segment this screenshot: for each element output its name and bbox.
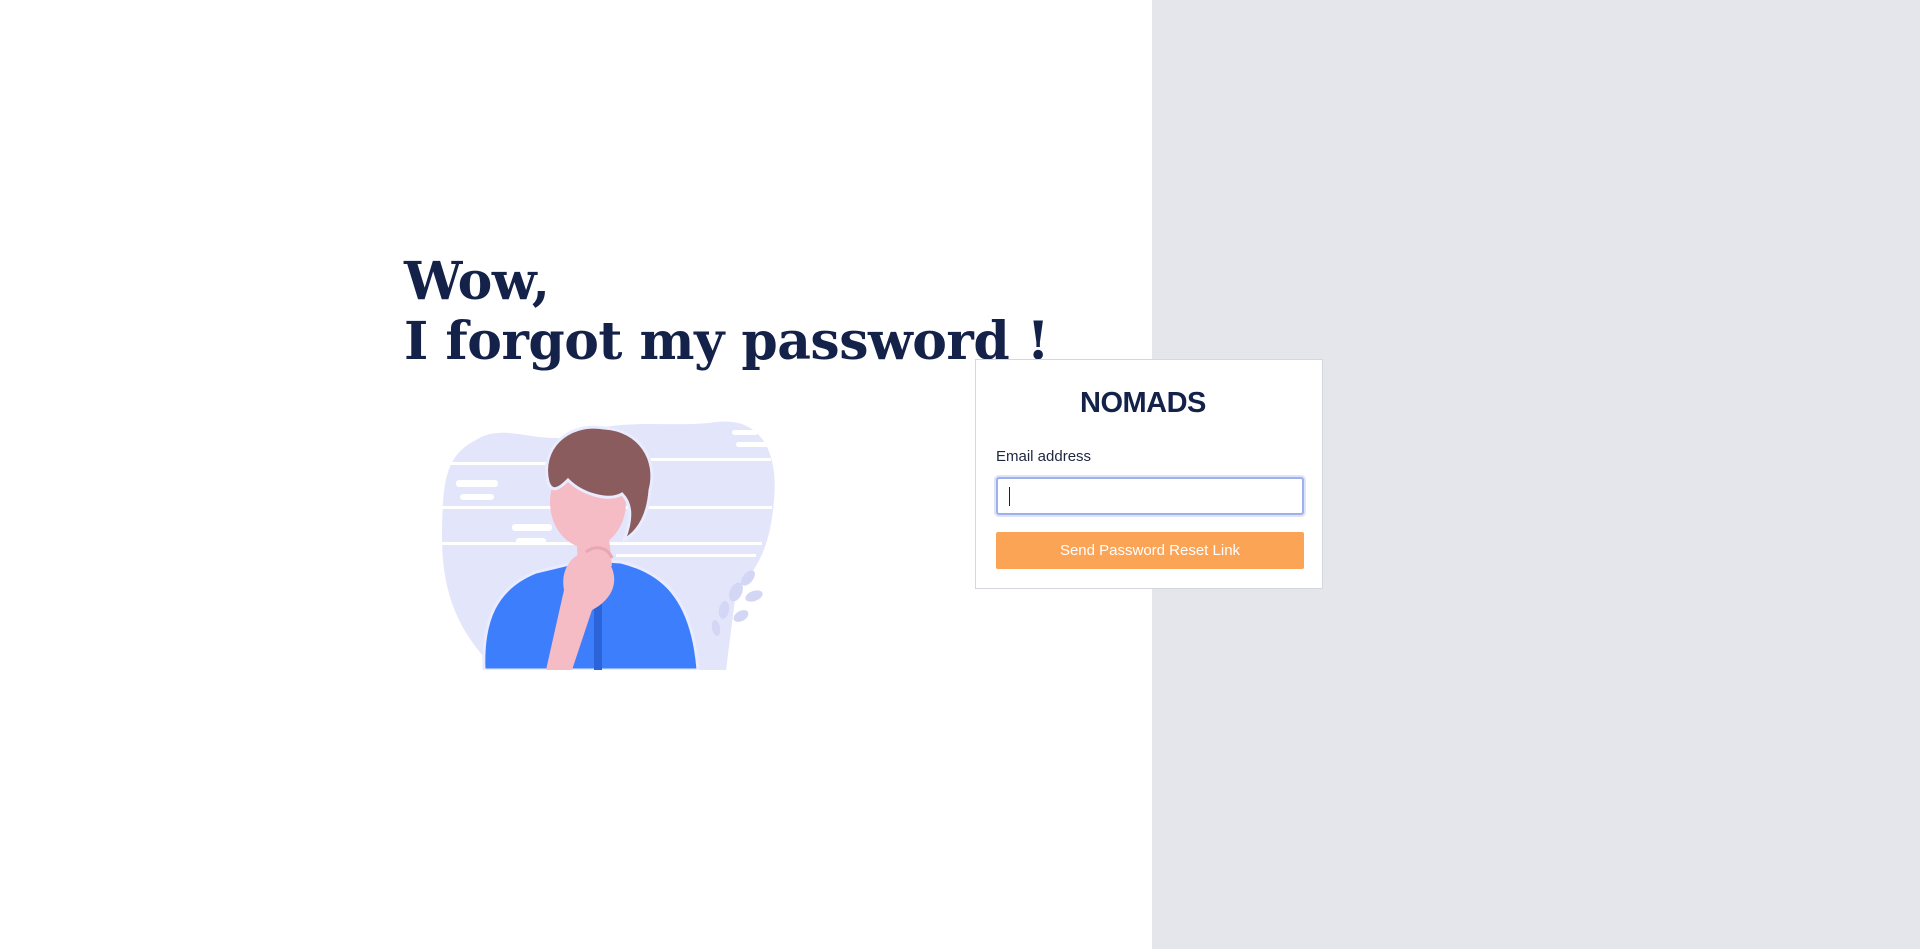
logo-text: NOMADS [1080, 387, 1206, 416]
text-cursor [1009, 487, 1010, 506]
page-headline: Wow, I forgot my password ! [404, 251, 1050, 372]
headline-line-1: Wow, [404, 251, 550, 312]
forgot-password-page: Wow, I forgot my password ! NOMADS Email… [0, 0, 1920, 949]
reset-password-card: NOMADS Email address Send Password Reset… [975, 359, 1323, 589]
email-field[interactable] [996, 477, 1304, 515]
thinking-person-illustration [441, 421, 775, 670]
nomads-logo: NOMADS [1080, 387, 1207, 416]
send-reset-link-button[interactable]: Send Password Reset Link [996, 532, 1304, 569]
email-label: Email address [996, 448, 1092, 465]
headline-line-2: I forgot my password ! [404, 311, 1050, 372]
